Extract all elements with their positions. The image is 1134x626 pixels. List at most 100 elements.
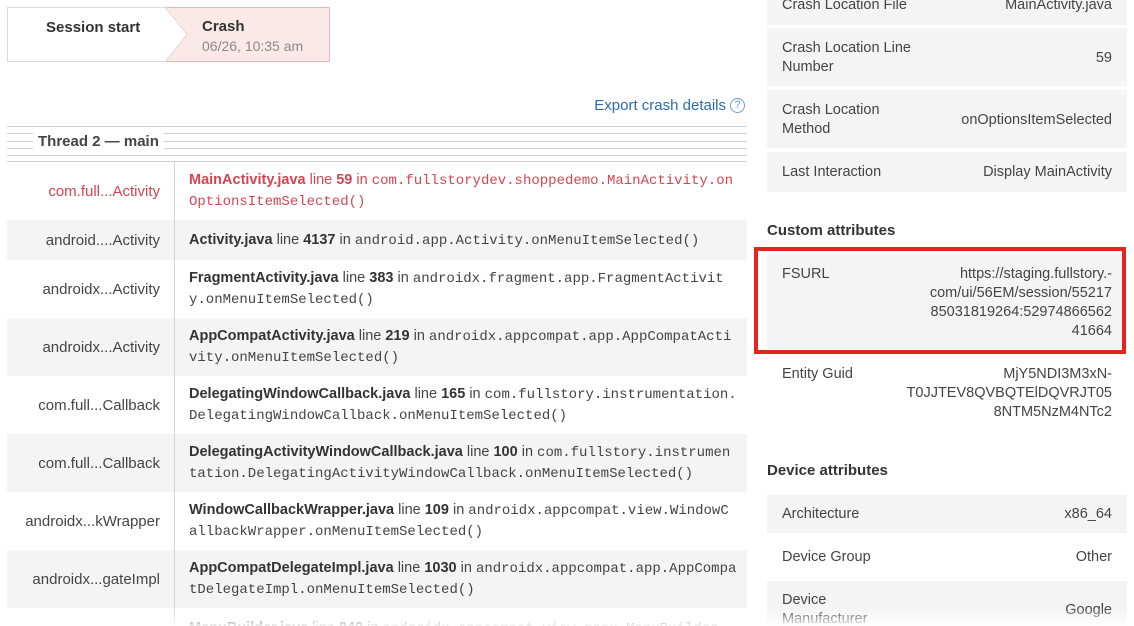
- frame-in-word: in: [452, 502, 465, 518]
- frame-class: androidx...Activity: [42, 338, 160, 356]
- divider: [174, 260, 175, 318]
- frame-detail: MainActivity.java line 59 in com.fullsto…: [189, 162, 737, 220]
- stack-frame-row[interactable]: androidx...kWrapper WindowCallbackWrapper…: [7, 492, 747, 550]
- frame-line-number: 1030: [424, 560, 457, 576]
- frame-line-number: 165: [441, 386, 466, 402]
- frame-line-word: line: [466, 444, 490, 460]
- frame-detail: AppCompatActivity.java line 219 in andro…: [189, 318, 737, 376]
- breadcrumb-session-start-label: Session start: [46, 19, 141, 36]
- attr-row-crash-method: Crash Location Method onOptionsItemSelec…: [767, 90, 1127, 148]
- frame-class: androidx...Activity: [42, 280, 160, 298]
- frame-line-word: line: [398, 502, 421, 518]
- frame-line-number: 840: [339, 620, 363, 626]
- frame-method: android.app.Activity.onMenuItemSelected(…: [354, 232, 700, 249]
- breadcrumb-chevron-icon: [165, 7, 188, 62]
- divider: [174, 318, 175, 376]
- frame-class: com.full...Activity: [48, 182, 160, 200]
- frame-detail: MenuBuilder.java line 840 in androidx.ap…: [189, 608, 737, 626]
- frame-detail: DelegatingActivityWindowCallback.java li…: [189, 434, 737, 492]
- attr-value: Google: [1065, 602, 1112, 618]
- divider: [174, 434, 175, 492]
- frame-detail: DelegatingWindowCallback.java line 165 i…: [189, 376, 737, 434]
- attr-key: Last Interaction: [782, 164, 882, 180]
- breadcrumb: Session start Crash 06/26, 10:35 am: [7, 7, 330, 62]
- frame-line-number: 100: [493, 444, 518, 460]
- attr-key: Crash Location Method: [782, 102, 880, 137]
- attr-value: Other: [1075, 549, 1112, 565]
- divider: [174, 376, 175, 434]
- divider: [7, 126, 747, 127]
- frame-file: AppCompatDelegateImpl.java: [189, 560, 394, 576]
- stack-frame-row[interactable]: com.full...Callback DelegatingActivityWin…: [7, 434, 747, 492]
- attr-value: Display MainActivity: [983, 164, 1112, 180]
- attr-value-line: MjY5NDI3M3xN-: [1003, 366, 1112, 382]
- help-circle-icon[interactable]: ?: [730, 98, 745, 113]
- stack-frame-row[interactable]: androidx...Activity FragmentActivity.java…: [7, 260, 747, 318]
- frame-in-word: in: [339, 231, 351, 248]
- stack-frame-row[interactable]: com.full...Callback DelegatingWindowCallb…: [7, 376, 747, 434]
- frame-line-number: 59: [336, 172, 353, 188]
- frame-line-number: 383: [369, 270, 394, 286]
- attr-key: Device Manufacturer: [782, 592, 868, 626]
- divider: [174, 492, 175, 550]
- frame-file: Activity.java: [189, 231, 273, 248]
- attr-key: Device Group: [782, 549, 871, 565]
- frame-line-word: line: [397, 560, 421, 576]
- stack-frame-row[interactable]: com.full...Activity MainActivity.java lin…: [7, 162, 747, 220]
- frame-in-word: in: [413, 328, 425, 344]
- stack-frame-row[interactable]: androidx...gateImpl AppCompatDelegateImpl…: [7, 550, 747, 608]
- frame-line-word: line: [342, 270, 366, 286]
- breadcrumb-crash-time: 06/26, 10:35 am: [202, 38, 304, 54]
- frame-in-word: in: [469, 386, 481, 402]
- stack-frame-row[interactable]: android....Activity Activity.java line 41…: [7, 220, 747, 260]
- attr-value-line: T0JJTEV8QVBQTElDQVRJT05: [906, 385, 1112, 401]
- frame-line-word: line: [358, 328, 382, 344]
- stack-frame-row[interactable]: MenuBuilder.java line 840 in androidx.ap…: [7, 608, 747, 626]
- frame-in-word: in: [367, 620, 378, 626]
- attr-value: onOptionsItemSelected: [961, 112, 1112, 128]
- attr-row-crash-line: Crash Location Line Number 59: [767, 28, 1127, 86]
- frame-line-number: 219: [385, 328, 410, 344]
- divider: [7, 155, 747, 156]
- frame-file: DelegatingActivityWindowCallback.java: [189, 444, 463, 460]
- attr-row-entity-guid: Entity Guid MjY5NDI3M3xN- T0JJTEV8QVBQTE…: [767, 357, 1127, 427]
- frame-class: [7, 608, 160, 626]
- frame-file: WindowCallbackWrapper.java: [189, 502, 395, 518]
- frame-in-word: in: [460, 560, 472, 576]
- frame-class: androidx...kWrapper: [25, 512, 160, 530]
- frame-in-word: in: [521, 444, 534, 460]
- stack-frame-row[interactable]: androidx...Activity AppCompatActivity.jav…: [7, 318, 747, 376]
- frame-class: android....Activity: [45, 231, 160, 249]
- attr-value: MainActivity.java: [1005, 0, 1112, 13]
- divider: [174, 608, 175, 626]
- frame-line-word: line: [414, 386, 438, 402]
- attr-row-last-interaction: Last Interaction Display MainActivity: [767, 152, 1127, 192]
- divider: [174, 162, 175, 220]
- frame-class: com.full...Callback: [38, 454, 160, 472]
- frame-class: androidx...gateImpl: [32, 570, 160, 588]
- breadcrumb-session-start[interactable]: Session start: [7, 7, 187, 62]
- frame-detail: WindowCallbackWrapper.java line 109 in a…: [189, 492, 737, 550]
- device-attributes-heading: Device attributes: [767, 462, 888, 479]
- frame-detail: Activity.java line 4137 in android.app.A…: [189, 220, 737, 260]
- attr-value: x86_64: [1064, 506, 1112, 522]
- frame-line-word: line: [312, 620, 335, 626]
- highlight-box: [754, 247, 1126, 354]
- frame-line-word: line: [276, 231, 300, 248]
- attr-row-device-group: Device Group Other: [767, 537, 1127, 577]
- frame-class: com.full...Callback: [38, 396, 160, 414]
- export-crash-details-link[interactable]: Export crash details ?: [594, 97, 745, 114]
- attr-value: MjY5NDI3M3xN- T0JJTEV8QVBQTElDQVRJT05 8N…: [907, 365, 1112, 422]
- attr-key: Architecture: [782, 506, 860, 522]
- attr-value-line: 8NTM5NzM4NTc2: [993, 404, 1112, 420]
- breadcrumb-crash-label: Crash: [202, 18, 245, 35]
- attr-row-architecture: Architecture x86_64: [767, 495, 1127, 533]
- frame-file: MenuBuilder.java: [189, 620, 308, 626]
- frame-method: androidx.appcompat.view.menu.MenuBuilder: [382, 621, 718, 626]
- attr-key: Crash Location File: [782, 0, 907, 13]
- attr-row-device-manufacturer: Device Manufacturer Google: [767, 581, 1127, 626]
- frame-line-number: 4137: [303, 231, 336, 248]
- frame-file: MainActivity.java: [189, 172, 306, 188]
- frame-in-word: in: [356, 172, 368, 188]
- frame-file: DelegatingWindowCallback.java: [189, 386, 411, 402]
